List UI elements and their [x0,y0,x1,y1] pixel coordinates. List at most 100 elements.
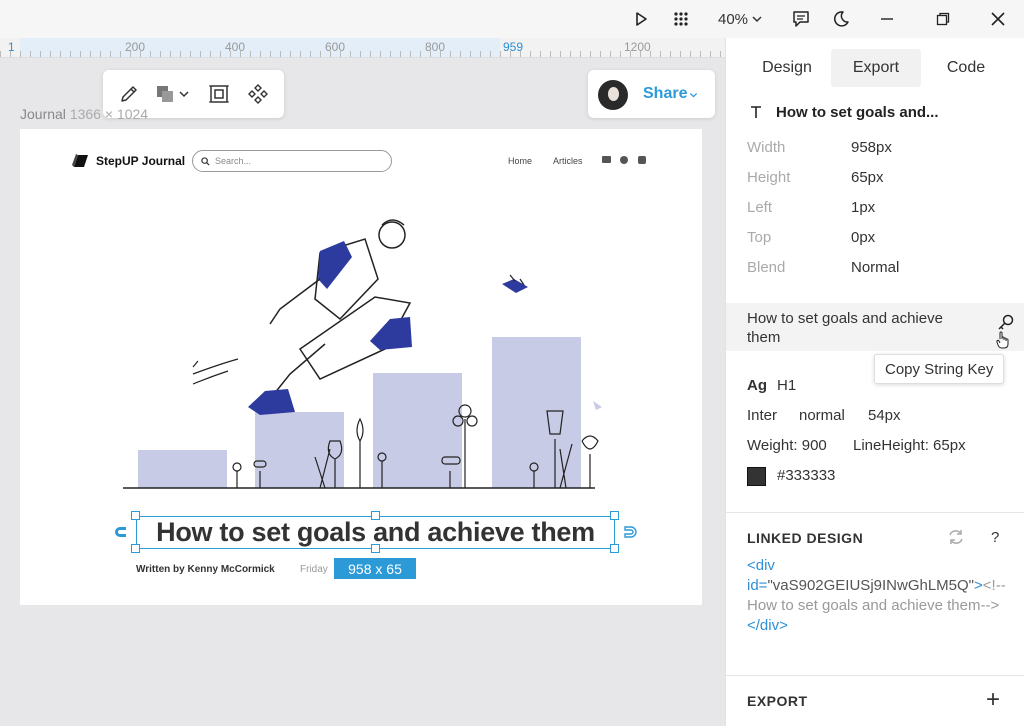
frame-size: 1366 × 1024 [69,106,149,122]
avatar[interactable] [598,80,628,110]
component-icon[interactable] [244,80,272,108]
ruler-label: 600 [325,40,346,54]
dimension-badge: 958 x 65 [334,558,416,579]
resize-handle-bottom[interactable] [371,544,380,553]
prop-value[interactable]: 0px [851,229,875,246]
share-control: Share [588,70,715,118]
font-weight: Weight: 900 [747,437,827,454]
code-gt: > [974,577,983,594]
layer-title: How to set goals and... [748,104,939,121]
prop-label: Height [747,169,791,186]
nav-articles[interactable]: Articles [553,156,583,166]
type-ag-label: Ag [747,377,767,394]
nav-home[interactable]: Home [508,156,532,166]
zoom-level: 40% [717,10,749,28]
prop-label: Width [747,139,786,156]
close-icon[interactable] [985,5,1011,33]
linked-design-code[interactable]: <div id="vaS902GEIUSj9INwGhLM5Q"><!--How… [747,556,1007,636]
export-title: EXPORT [747,693,808,709]
snap-magnet-left-icon[interactable] [112,524,128,544]
prop-label: Blend [747,259,786,276]
frame-label[interactable]: Journal 1366 × 1024 [20,106,148,122]
brand-name: StepUP Journal [96,154,186,168]
play-icon[interactable] [628,5,654,33]
font-family: Inter [747,407,778,424]
prop-value[interactable]: Normal [851,259,899,276]
chevron-down-icon [752,16,762,23]
ruler-label: 959 [503,40,524,54]
hand-cursor-icon [996,331,1009,349]
resize-handle-bottom-left[interactable] [131,544,140,553]
ruler-ticks [0,51,725,57]
help-icon[interactable]: ? [991,529,999,546]
ruler-label: 800 [425,40,446,54]
font-style: normal [799,407,845,424]
prop-label: Top [747,229,772,246]
code-tag-close: </div> [747,617,788,634]
twitter-icon[interactable] [602,156,611,163]
ruler-label: 1200 [624,40,651,54]
tooltip: Copy String Key [874,354,1005,384]
frame-icon[interactable] [205,80,233,108]
line-height: LineHeight: 65px [853,437,966,454]
inspector-panel: Design Export Code How to set goals and.… [725,38,1024,726]
resize-handle-top-left[interactable] [131,511,140,520]
restore-icon[interactable] [930,5,956,33]
code-attr-value: "vaS902GEIUSj9INwGhLM5Q" [767,577,975,594]
key-icon [998,314,1014,330]
code-attr-name: id= [747,577,768,594]
hero-illustration [123,219,602,489]
prop-label: Left [747,199,773,216]
color-swatch[interactable] [747,467,766,486]
tab-design[interactable]: Design [747,49,827,87]
chevron-down-icon[interactable] [689,91,698,99]
snap-magnet-right-icon[interactable] [623,524,639,544]
tab-code[interactable]: Code [926,49,1006,87]
divider [726,512,1024,513]
search-icon [201,156,210,166]
string-value: How to set goals and achieve them [747,310,943,346]
brand: StepUP Journal [72,153,185,169]
linked-design-title: LINKED DESIGN [747,530,864,546]
book-logo-icon [72,154,88,167]
prop-value[interactable]: 65px [851,169,884,186]
layer-name: How to set goals and... [776,104,939,121]
design-canvas[interactable]: Share Journal 1366 × 1024 StepUP Journal… [0,58,725,726]
type-tag: H1 [777,377,797,394]
top-bar: 40% [0,0,1024,38]
ruler-label: 200 [125,40,146,54]
code-tag-open: <div [747,557,775,574]
minimize-icon[interactable] [874,5,900,33]
dark-mode-icon[interactable] [828,5,854,33]
dateline: Friday [300,564,328,575]
resize-handle-top[interactable] [371,511,380,520]
pencil-icon[interactable] [115,80,143,108]
share-button[interactable]: Share [643,85,687,103]
prop-value[interactable]: 1px [851,199,875,216]
text-layer-icon [751,106,761,118]
zoom-dropdown[interactable]: 40% [712,5,768,33]
frame-name: Journal [20,106,66,122]
instagram-icon[interactable] [638,156,646,164]
chevron-down-icon[interactable] [177,80,191,108]
string-content[interactable]: How to set goals and achieve them [726,303,1024,351]
apps-grid-icon[interactable] [668,5,694,33]
search-input[interactable]: Search... [192,150,392,172]
tab-export[interactable]: Export [831,49,921,87]
byline: Written by Kenny McCormick [136,564,275,575]
comment-icon[interactable] [788,5,814,33]
add-export-button[interactable]: + [986,686,1000,714]
artboard[interactable]: StepUP Journal Search... Home Articles H… [20,129,702,605]
shapes-icon[interactable] [151,80,179,108]
resize-handle-top-right[interactable] [610,511,619,520]
facebook-icon[interactable] [620,156,628,164]
horizontal-ruler[interactable]: 1 200 400 600 800 959 1200 [0,38,725,58]
ruler-origin: 1 [8,40,15,54]
color-hex: #333333 [777,467,836,484]
divider [726,675,1024,676]
resize-handle-bottom-right[interactable] [610,544,619,553]
prop-value[interactable]: 958px [851,139,892,156]
refresh-icon[interactable] [947,528,965,546]
ruler-label: 400 [225,40,246,54]
font-size: 54px [868,407,901,424]
